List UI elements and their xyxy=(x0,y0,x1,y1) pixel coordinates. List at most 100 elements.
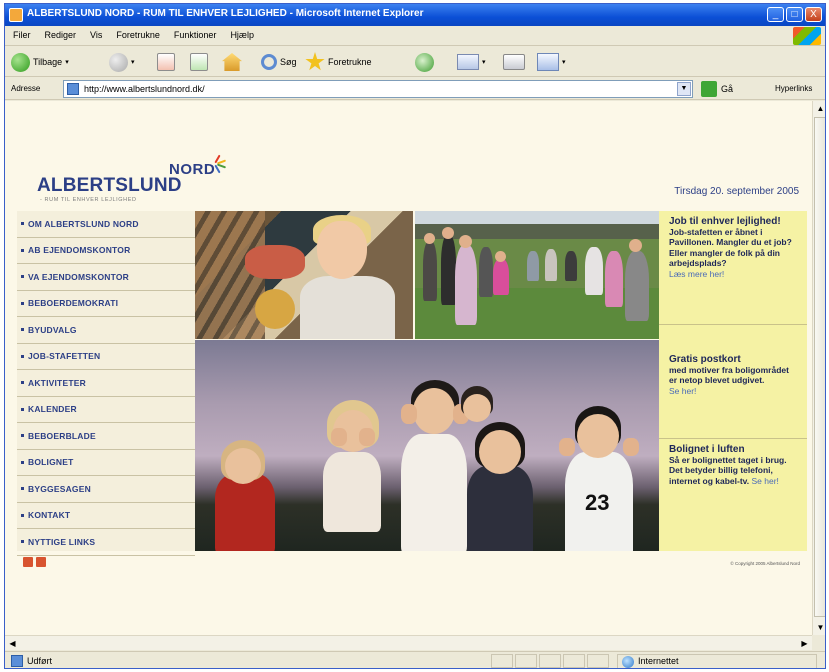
forward-dropdown-icon[interactable]: ▾ xyxy=(131,58,135,66)
nav-item-byudvalg[interactable]: BYUDVALG xyxy=(17,317,195,344)
maximize-button[interactable]: □ xyxy=(786,7,803,22)
scroll-thumb[interactable] xyxy=(814,117,825,617)
nav-item-kalender[interactable]: KALENDER xyxy=(17,397,195,423)
horizontal-scrollbar[interactable]: ◀ ▶ xyxy=(5,635,812,650)
menu-view[interactable]: Vis xyxy=(90,30,102,40)
scroll-down-icon[interactable]: ▼ xyxy=(813,620,825,635)
scroll-left-icon[interactable]: ◀ xyxy=(5,636,20,651)
favorites-star-icon xyxy=(305,52,325,71)
news-link-bolignet[interactable]: Se her! xyxy=(752,476,779,486)
site-header: NORD ALBERTSLUND - RUM TIL ENHVER LEJLIG… xyxy=(17,117,807,209)
favorites-label: Foretrukne xyxy=(328,57,372,67)
page-icon xyxy=(67,83,79,95)
go-button[interactable]: Gå xyxy=(701,81,733,97)
menu-file[interactable]: Filer xyxy=(13,30,31,40)
news-title-bolignet[interactable]: Bolignet i luften xyxy=(669,444,799,455)
nav-item-ab-ejendomskontor[interactable]: AB EJENDOMSKONTOR xyxy=(17,238,195,264)
history-button[interactable] xyxy=(415,51,434,73)
vertical-scrollbar[interactable]: ▲ ▼ xyxy=(812,101,825,635)
mail-button[interactable]: ▾ xyxy=(457,51,486,73)
refresh-button[interactable] xyxy=(190,51,208,73)
status-pane xyxy=(491,654,513,668)
menu-bar: Filer Rediger Vis Foretrukne Funktioner … xyxy=(5,26,825,46)
edit-dropdown-icon[interactable]: ▾ xyxy=(562,58,566,66)
go-arrow-icon xyxy=(701,81,717,97)
footer-icons xyxy=(23,557,46,567)
search-button[interactable]: Søg xyxy=(261,51,297,73)
forward-button[interactable]: ▾ xyxy=(109,51,135,73)
photo-tug-of-war xyxy=(415,211,659,339)
nav-item-byggesagen[interactable]: BYGGESAGEN xyxy=(17,476,195,503)
stop-icon xyxy=(157,53,175,71)
status-pane xyxy=(563,654,585,668)
news-body-postkort: med motiver fra boligområdet er netop bl… xyxy=(669,365,789,386)
edit-page-icon xyxy=(537,53,559,71)
print-page-icon[interactable] xyxy=(23,557,33,567)
home-icon xyxy=(222,53,242,71)
nav-item-beboerblade[interactable]: BEBOERBLADE xyxy=(17,423,195,450)
nav-item-beboerdemokrati[interactable]: BEBOERDEMOKRATI xyxy=(17,291,195,317)
logo-tagline: - RUM TIL ENHVER LEJLIGHED xyxy=(40,197,137,203)
menu-edit[interactable]: Rediger xyxy=(45,30,77,40)
print-button[interactable] xyxy=(503,51,525,73)
search-icon xyxy=(261,54,277,70)
edit-button[interactable]: ▾ xyxy=(537,51,566,73)
scroll-up-icon[interactable]: ▲ xyxy=(813,101,825,116)
nav-item-bolignet[interactable]: BOLIGNET xyxy=(17,450,195,476)
title-bar: ALBERTSLUND NORD - RUM TIL ENHVER LEJLIG… xyxy=(5,4,825,26)
page-viewport: NORD ALBERTSLUND - RUM TIL ENHVER LEJLIG… xyxy=(5,101,812,635)
forward-arrow-icon xyxy=(109,52,128,72)
back-arrow-icon xyxy=(11,52,30,72)
email-page-icon[interactable] xyxy=(36,557,46,567)
status-pane xyxy=(587,654,609,668)
status-pane xyxy=(539,654,561,668)
mail-icon xyxy=(457,54,479,70)
nav-item-va-ejendomskontor[interactable]: VA EJENDOMSKONTOR xyxy=(17,264,195,291)
address-field[interactable]: http://www.albertslundnord.dk/ ▼ xyxy=(63,80,693,98)
back-dropdown-icon[interactable]: ▾ xyxy=(65,58,69,66)
close-button[interactable]: X xyxy=(805,7,822,22)
search-label: Søg xyxy=(280,57,297,67)
mail-dropdown-icon[interactable]: ▾ xyxy=(482,58,486,66)
scroll-right-icon[interactable]: ▶ xyxy=(797,636,812,651)
windows-logo-icon xyxy=(793,27,821,45)
nav-item-om-albertslund-nord[interactable]: OM ALBERTSLUND NORD xyxy=(17,211,195,238)
globe-icon xyxy=(622,656,634,668)
go-label: Gå xyxy=(721,84,734,94)
news-body-job: Job-stafetten er åbnet i Pavillonen. Man… xyxy=(669,227,792,269)
menu-favorites[interactable]: Foretrukne xyxy=(116,30,160,40)
ie-icon xyxy=(9,8,23,22)
news-title-postkort[interactable]: Gratis postkort xyxy=(669,354,799,365)
news-link-job[interactable]: Læs mere her! xyxy=(669,269,724,279)
refresh-icon xyxy=(190,53,208,71)
status-text: Udført xyxy=(27,656,53,666)
news-sidebar: Job til enhver lejlighed! Job-stafetten … xyxy=(659,211,807,551)
menu-tools[interactable]: Funktioner xyxy=(174,30,217,40)
back-button[interactable]: Tilbage ▾ xyxy=(11,51,69,73)
news-item-postkort: Gratis postkort med motiver fra boligomr… xyxy=(659,349,807,439)
news-link-postkort[interactable]: Se her! xyxy=(669,386,696,396)
home-button[interactable] xyxy=(222,51,242,73)
logo-albertslund[interactable]: ALBERTSLUND xyxy=(37,175,182,197)
printer-icon xyxy=(503,54,525,70)
address-dropdown-icon[interactable]: ▼ xyxy=(677,82,691,96)
security-zone[interactable]: Internettet xyxy=(617,654,817,668)
back-label: Tilbage xyxy=(33,57,63,67)
nav-item-kontakt[interactable]: KONTAKT xyxy=(17,503,195,529)
links-toolbar[interactable]: Hyperlinks xyxy=(775,84,812,93)
current-date: Tirsdag 20. september 2005 xyxy=(674,186,799,197)
browser-window: ALBERTSLUND NORD - RUM TIL ENHVER LEJLIG… xyxy=(4,3,826,669)
status-bar: Udført Internettet xyxy=(5,651,825,668)
history-icon xyxy=(415,52,434,72)
menu-help[interactable]: Hjælp xyxy=(230,30,254,40)
nav-item-aktiviteter[interactable]: AKTIVITETER xyxy=(17,370,195,397)
address-bar: Adresse http://www.albertslundnord.dk/ ▼… xyxy=(5,78,825,100)
nav-item-nyttige-links[interactable]: NYTTIGE LINKS xyxy=(17,529,195,556)
address-url[interactable]: http://www.albertslundnord.dk/ xyxy=(84,84,205,94)
news-title-job[interactable]: Job til enhver lejlighed! xyxy=(669,216,799,227)
copyright: © Copyright 2005 Albertslund Nord xyxy=(730,561,800,566)
minimize-button[interactable]: _ xyxy=(767,7,784,22)
nav-item-job-stafetten[interactable]: JOB-STAFETTEN xyxy=(17,344,195,370)
favorites-button[interactable]: Foretrukne xyxy=(305,51,372,73)
stop-button[interactable] xyxy=(157,51,175,73)
